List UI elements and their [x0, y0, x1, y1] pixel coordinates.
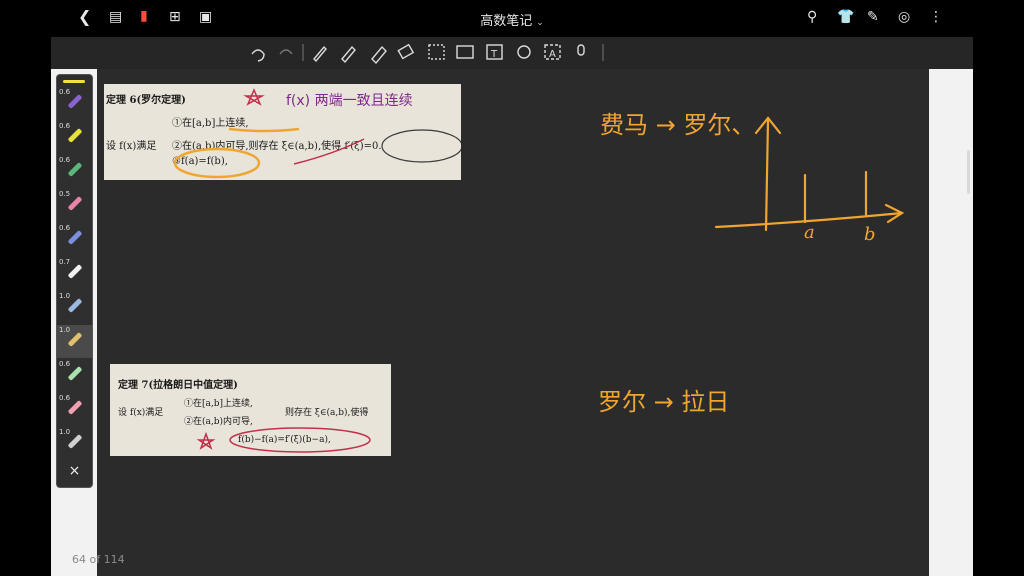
pen-size-label: 0.6 — [59, 156, 71, 164]
pen-slot-7[interactable]: 1.0 — [57, 291, 92, 324]
pen-icon — [67, 128, 83, 143]
pen-size-label: 0.5 — [59, 190, 71, 198]
pen-icon — [67, 298, 83, 313]
axis-label-b: b — [864, 224, 876, 245]
pen-icon[interactable] — [313, 45, 327, 63]
pen-size-label: 1.0 — [59, 292, 71, 300]
pen-size-label: 0.6 — [59, 360, 71, 368]
right-margin — [929, 69, 973, 576]
pen-icon — [67, 230, 83, 245]
microphone-icon[interactable] — [577, 44, 585, 56]
theorem-6-photo[interactable]: 定理 6(罗尔定理) 设 f(x)满足 ①在[a,b]上连续, ②在(a,b)内… — [104, 84, 461, 180]
close-pen-tray-button[interactable]: × — [57, 463, 92, 479]
pen-icon — [67, 434, 83, 449]
pen-slot-5[interactable]: 0.6 — [57, 223, 92, 256]
pen-slot-4[interactable]: 0.5 — [57, 189, 92, 222]
pen-size-label: 0.6 — [59, 122, 71, 130]
redo-icon[interactable] — [279, 49, 293, 55]
pen-slot-6[interactable]: 0.7 — [57, 257, 92, 290]
pen-size-label: 0.7 — [59, 258, 71, 266]
active-color-indicator — [63, 80, 85, 83]
page-indicator: 64 of 114 — [72, 553, 125, 566]
eraser-icon[interactable] — [397, 43, 415, 60]
pen-icon — [67, 196, 83, 211]
pen-tray: 0.6 0.6 0.6 0.5 0.6 0.7 1.0 1.0 0.6 0.6 1.0 × — [56, 74, 93, 488]
undo-icon[interactable] — [251, 49, 265, 62]
pen-icon — [67, 366, 83, 381]
pen-icon — [67, 332, 83, 347]
pen-icon — [67, 264, 83, 279]
lasso-icon[interactable] — [428, 44, 445, 60]
axis-label-a: a — [804, 222, 815, 243]
pen-slot-8[interactable]: 1.0 — [57, 325, 92, 358]
pen-slot-2[interactable]: 0.6 — [57, 121, 92, 154]
pen-slot-11[interactable]: 1.0 — [57, 427, 92, 460]
pen-size-label: 1.0 — [59, 326, 71, 334]
highlighter-icon[interactable] — [371, 45, 387, 65]
note-rolle-lagrange: 罗尔 → 拉日 — [598, 388, 730, 416]
pen-slot-1[interactable]: 0.6 — [57, 87, 92, 120]
pen-size-label: 0.6 — [59, 224, 71, 232]
svg-text:T: T — [490, 49, 498, 60]
pen-size-label: 0.6 — [59, 394, 71, 402]
pen-icon — [67, 94, 83, 109]
toolbar-icons: T A — [251, 43, 604, 65]
theorem-7-annotations — [196, 427, 371, 453]
pen-slot-3[interactable]: 0.6 — [57, 155, 92, 188]
pen-slot-10[interactable]: 0.6 — [57, 393, 92, 426]
shape-icon[interactable] — [517, 45, 531, 59]
pen-icon — [67, 162, 83, 177]
note-fermat-rolle: 费马 → 罗尔、 — [600, 111, 756, 139]
scrollbar[interactable] — [967, 150, 970, 194]
pen-size-label: 0.6 — [59, 88, 71, 96]
theorem-7-photo[interactable]: 定理 7(拉格朗日中值定理) 设 f(x)满足 ①在[a,b]上连续, ②在(a… — [110, 364, 391, 456]
theorem-6-annotations — [173, 88, 461, 179]
svg-text:A: A — [549, 49, 556, 60]
pen-icon — [67, 400, 83, 415]
fountain-pen-icon[interactable] — [341, 45, 356, 64]
pen-size-label: 1.0 — [59, 428, 71, 436]
pen-slot-9[interactable]: 0.6 — [57, 359, 92, 392]
image-icon[interactable] — [456, 45, 474, 59]
